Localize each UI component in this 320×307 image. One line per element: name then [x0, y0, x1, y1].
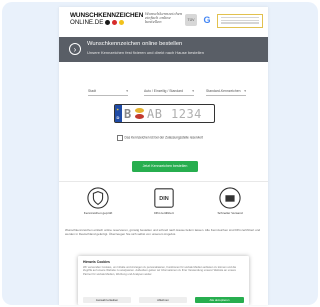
plate-letters[interactable]: AB [147, 107, 162, 121]
divider [59, 181, 268, 182]
svg-text:DIN: DIN [159, 196, 169, 202]
vehicle-type-select[interactable]: Auto / Einzeilig / Standard ▾ [144, 87, 194, 96]
cookie-accept-button[interactable]: Alle akzeptieren [195, 297, 244, 303]
cookie-dialog: Hinweis Cookies Wir verwenden Cookies, u… [78, 256, 249, 305]
logo-line1: WUNSCHKENNZEICHEN [70, 12, 144, 19]
hero-banner: › Wunschkennzeichen online bestellen Uns… [59, 37, 268, 62]
tuv-badge: TÜV [185, 14, 197, 26]
chevron-down-icon: ▾ [192, 89, 194, 93]
din-certificate-icon: DIN [154, 188, 174, 208]
plate-type-select[interactable]: Standard-Kennzeichen ▾ [206, 87, 246, 96]
site-logo[interactable]: WUNSCHKENNZEICHEN ONLINE.DE [70, 12, 144, 26]
plate-stickers [135, 108, 144, 119]
web-page: WUNSCHKENNZEICHEN ONLINE.DE Wunschkennze… [59, 7, 268, 305]
google-rating-icon[interactable]: G [201, 14, 213, 26]
logo-line2: ONLINE.DE [70, 19, 104, 26]
rating-banner[interactable] [217, 14, 263, 28]
chevron-down-icon: ▾ [244, 89, 246, 93]
checkbox-label: Das Kennzeichen ist bei der Zulassungsst… [124, 135, 204, 140]
cookie-selection-button[interactable]: Auswahl erlauben [83, 297, 131, 303]
plate-city-code[interactable]: B [124, 107, 131, 121]
feature-item: DIN DIN-zertifiziert [144, 187, 184, 216]
hero-title: Wunschkennzeichen online bestellen [87, 41, 183, 47]
license-plate-preview[interactable]: ✶ D B AB 1234 [114, 104, 215, 123]
logo-dot-red [112, 20, 118, 25]
chevron-down-icon: ▾ [126, 89, 128, 93]
arrow-right-icon: › [69, 43, 81, 55]
intro-paragraph: Wunschkennzeichen einfach online reservi… [65, 228, 261, 236]
city-select[interactable]: Stadt ▾ [88, 87, 128, 96]
reservation-checkbox[interactable]: Das Kennzeichen ist bei der Zulassungsst… [117, 135, 203, 141]
logo-dot-gold [119, 20, 125, 25]
cookie-title: Hinweis Cookies [83, 260, 110, 264]
shield-icon [87, 187, 109, 209]
delivery-icon [219, 187, 241, 209]
order-button[interactable]: Jetzt Kennzeichen bestellen [132, 161, 198, 172]
hero-subtitle: Unsere Kennzeichen fest fixieren und dir… [87, 50, 204, 55]
checkbox-box[interactable] [117, 135, 123, 141]
eu-band: ✶ D [115, 105, 122, 122]
feature-item: Kennzeichen geprüft [78, 187, 118, 216]
logo-dot-black [105, 20, 111, 25]
cookie-reject-button[interactable]: Ablehnen [139, 297, 187, 303]
cookie-text: Wir verwenden Cookies, um Inhalte und An… [83, 266, 237, 276]
plate-numbers[interactable]: 1234 [171, 107, 202, 121]
feature-item: Schneller Versand [210, 187, 250, 216]
handwritten-tagline: Wunschkennzeichen einfach online bestell… [145, 12, 183, 24]
eu-stars-icon: ✶ [116, 107, 120, 112]
